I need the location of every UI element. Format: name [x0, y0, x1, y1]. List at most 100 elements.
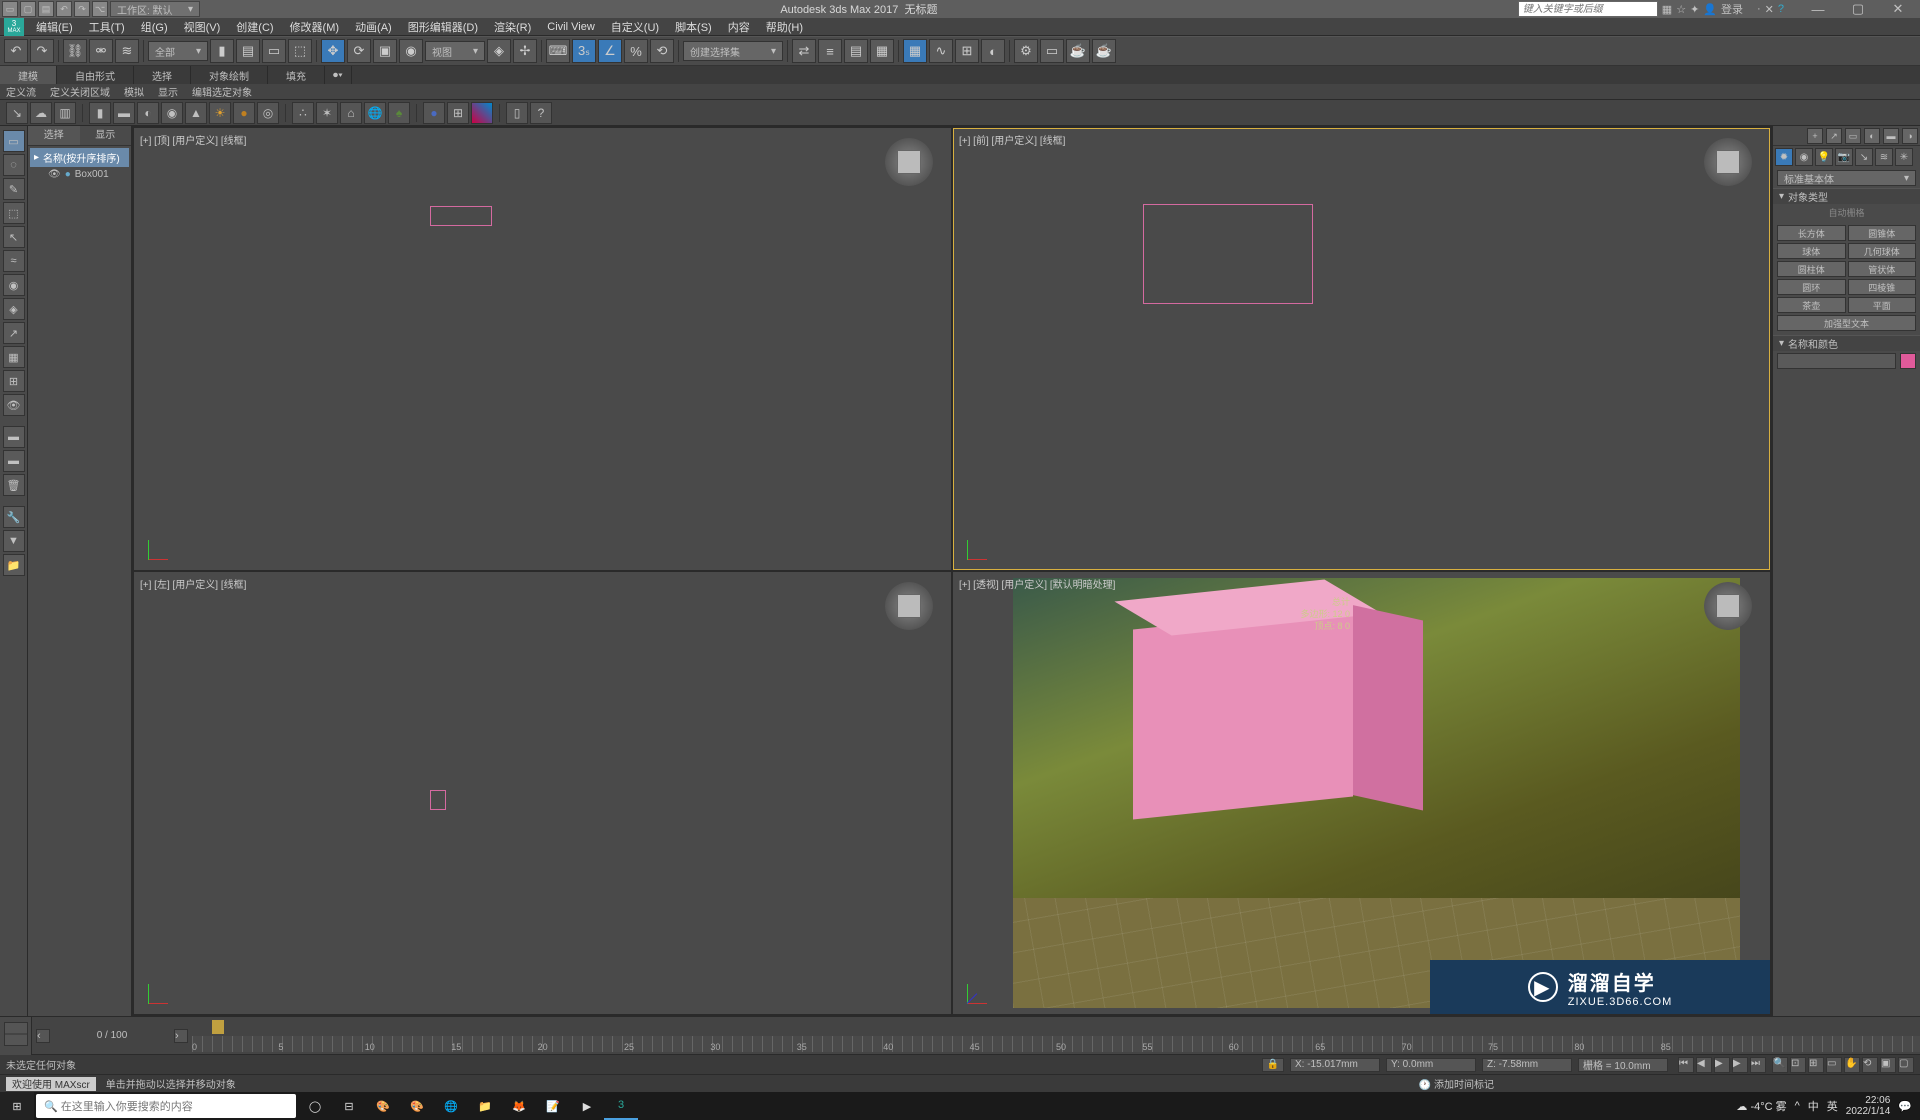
- cp-o2-icon[interactable]: ▬: [1883, 128, 1899, 144]
- schematic-button[interactable]: ⊞: [955, 39, 979, 63]
- time-slider[interactable]: [212, 1020, 224, 1034]
- angle-snap-button[interactable]: ∠: [598, 39, 622, 63]
- tab-modify-icon[interactable]: ◉: [1795, 148, 1813, 166]
- viewport-front[interactable]: [+] [前] [用户定义] [线框]: [953, 128, 1770, 570]
- ltc-wrench-icon[interactable]: 🔧: [3, 506, 25, 528]
- menu-script[interactable]: 脚本(S): [667, 19, 720, 35]
- prev-frame-icon[interactable]: ◀: [1696, 1057, 1712, 1073]
- sun-icon[interactable]: ☀: [209, 102, 231, 124]
- tab-sys-icon[interactable]: ✳: [1895, 148, 1913, 166]
- viewcube-icon[interactable]: [1704, 582, 1752, 630]
- cp-o3-icon[interactable]: ◑: [1902, 128, 1918, 144]
- align-button[interactable]: ≡: [818, 39, 842, 63]
- ball-icon[interactable]: ●: [233, 102, 255, 124]
- toggle-ribbon-button[interactable]: ▦: [903, 39, 927, 63]
- notes-icon[interactable]: 📝: [536, 1092, 570, 1120]
- clipboard-icon[interactable]: ▯: [506, 102, 528, 124]
- tab-hierarchy-icon[interactable]: 💡: [1815, 148, 1833, 166]
- menu-help[interactable]: 帮助(H): [758, 19, 811, 35]
- viewport-perspective[interactable]: [+] [透视] [用户定义] [默认明暗处理] 总计 多边形: 12 0 顶点…: [953, 572, 1770, 1014]
- ltc-d-icon[interactable]: ▦: [3, 346, 25, 368]
- ltc-folder-icon[interactable]: 📁: [3, 554, 25, 576]
- snap-toggle-button[interactable]: 3ₛ: [572, 39, 596, 63]
- env-1-icon[interactable]: ▮: [89, 102, 111, 124]
- maxview-icon[interactable]: ▣: [1880, 1057, 1896, 1073]
- ref-coord-dropdown[interactable]: 视图▾: [425, 41, 485, 61]
- play-icon[interactable]: ▶: [1714, 1057, 1730, 1073]
- prim-cyl[interactable]: 圆柱体: [1777, 261, 1846, 277]
- ltc-a-icon[interactable]: ◉: [3, 274, 25, 296]
- photo-icon[interactable]: ▥: [54, 102, 76, 124]
- object-color-swatch[interactable]: [1900, 353, 1916, 369]
- help-search-input[interactable]: [1518, 1, 1658, 17]
- cp-o1-icon[interactable]: ◐: [1864, 128, 1880, 144]
- coord-x[interactable]: X: -15.017mm: [1290, 1058, 1380, 1072]
- ltc-arrow-icon[interactable]: ↖: [3, 226, 25, 248]
- start-button[interactable]: ⊞: [0, 1092, 34, 1120]
- menu-render[interactable]: 渲染(R): [486, 19, 539, 35]
- object-name-input[interactable]: [1777, 353, 1896, 369]
- ltc-eye-icon[interactable]: 👁: [3, 394, 25, 416]
- cp-arrow-icon[interactable]: ↗: [1826, 128, 1842, 144]
- placement-button[interactable]: ◉: [399, 39, 423, 63]
- ribbon-tab-modeling[interactable]: 建模: [0, 66, 57, 84]
- cp-plus-icon[interactable]: +: [1807, 128, 1823, 144]
- scene-sort-header[interactable]: ▸名称(按升序排序): [30, 148, 129, 167]
- coord-y[interactable]: Y: 0.0mm: [1386, 1058, 1476, 1072]
- app-logo-icon[interactable]: 3MAX: [4, 18, 24, 36]
- select-name-button[interactable]: ▤: [236, 39, 260, 63]
- tab-util-icon[interactable]: ≋: [1875, 148, 1893, 166]
- tl-next-icon[interactable]: ›: [174, 1029, 188, 1043]
- render-frame-button[interactable]: ▭: [1040, 39, 1064, 63]
- bind-button[interactable]: ≋: [115, 39, 139, 63]
- ltc-b-icon[interactable]: ◈: [3, 298, 25, 320]
- env-2-icon[interactable]: ▬: [113, 102, 135, 124]
- redo-button[interactable]: ↷: [30, 39, 54, 63]
- edge-icon[interactable]: 🌐: [434, 1092, 468, 1120]
- ltc-select-icon[interactable]: ▭: [3, 130, 25, 152]
- login-label[interactable]: 登录: [1721, 1, 1743, 17]
- timeline-track[interactable]: 0510 152025 303540 455055 606570 758085: [192, 1020, 1920, 1052]
- tab-motion-icon[interactable]: 📷: [1835, 148, 1853, 166]
- undo-button[interactable]: ↶: [4, 39, 28, 63]
- ribbon-sub-1[interactable]: 定义关闭区域: [50, 84, 110, 99]
- ltc-lasso-icon[interactable]: ◌: [3, 154, 25, 176]
- help2-icon[interactable]: ?: [530, 102, 552, 124]
- ribbon-sub-0[interactable]: 定义流: [6, 84, 36, 99]
- ltc-c-icon[interactable]: ↗: [3, 322, 25, 344]
- cloud-icon[interactable]: ☁: [30, 102, 52, 124]
- minview-icon[interactable]: ▢: [1898, 1057, 1914, 1073]
- menu-customize[interactable]: 自定义(U): [603, 19, 667, 35]
- ime-mode[interactable]: 英: [1827, 1098, 1838, 1114]
- goto-start-icon[interactable]: ⏮: [1678, 1057, 1694, 1073]
- exchange-icon[interactable]: ✕: [1765, 3, 1774, 16]
- ribbon-sub-3[interactable]: 显示: [158, 84, 178, 99]
- minimize-button[interactable]: —: [1798, 0, 1838, 18]
- rollout-namecolor[interactable]: ▾ 名称和颜色: [1773, 335, 1920, 351]
- next-frame-icon[interactable]: ▶: [1732, 1057, 1748, 1073]
- percent-snap-button[interactable]: %: [624, 39, 648, 63]
- select-rect-button[interactable]: ▭: [262, 39, 286, 63]
- viewport-left[interactable]: [+] [左] [用户定义] [线框]: [134, 572, 951, 1014]
- ltc-trash-icon[interactable]: 🗑: [3, 474, 25, 496]
- coord-z[interactable]: Z: -7.58mm: [1482, 1058, 1572, 1072]
- firefox-icon[interactable]: 🦊: [502, 1092, 536, 1120]
- layer-button[interactable]: ▤: [844, 39, 868, 63]
- curve-editor-button[interactable]: ∿: [929, 39, 953, 63]
- brush-icon[interactable]: ↘: [6, 102, 28, 124]
- ltc-box1-icon[interactable]: ▬: [3, 426, 25, 448]
- ltc-paint-icon[interactable]: ✎: [3, 178, 25, 200]
- scene-item-box001[interactable]: 👁 ● Box001: [30, 167, 129, 182]
- workspace-dropdown[interactable]: 工作区: 默认▾: [110, 1, 200, 17]
- move-button[interactable]: ✥: [321, 39, 345, 63]
- pivot-button[interactable]: ◈: [487, 39, 511, 63]
- star2-icon[interactable]: ✦: [1690, 3, 1699, 16]
- zoom-all-icon[interactable]: ⊡: [1790, 1057, 1806, 1073]
- orbit-icon[interactable]: ⟲: [1862, 1057, 1878, 1073]
- ribbon-sub-2[interactable]: 模拟: [124, 84, 144, 99]
- menu-view[interactable]: 视图(V): [176, 19, 229, 35]
- viewport-top[interactable]: [+] [顶] [用户定义] [线框]: [134, 128, 951, 570]
- scale-button[interactable]: ▣: [373, 39, 397, 63]
- globe-icon[interactable]: 🌐: [364, 102, 386, 124]
- taskview-icon[interactable]: ◯: [298, 1092, 332, 1120]
